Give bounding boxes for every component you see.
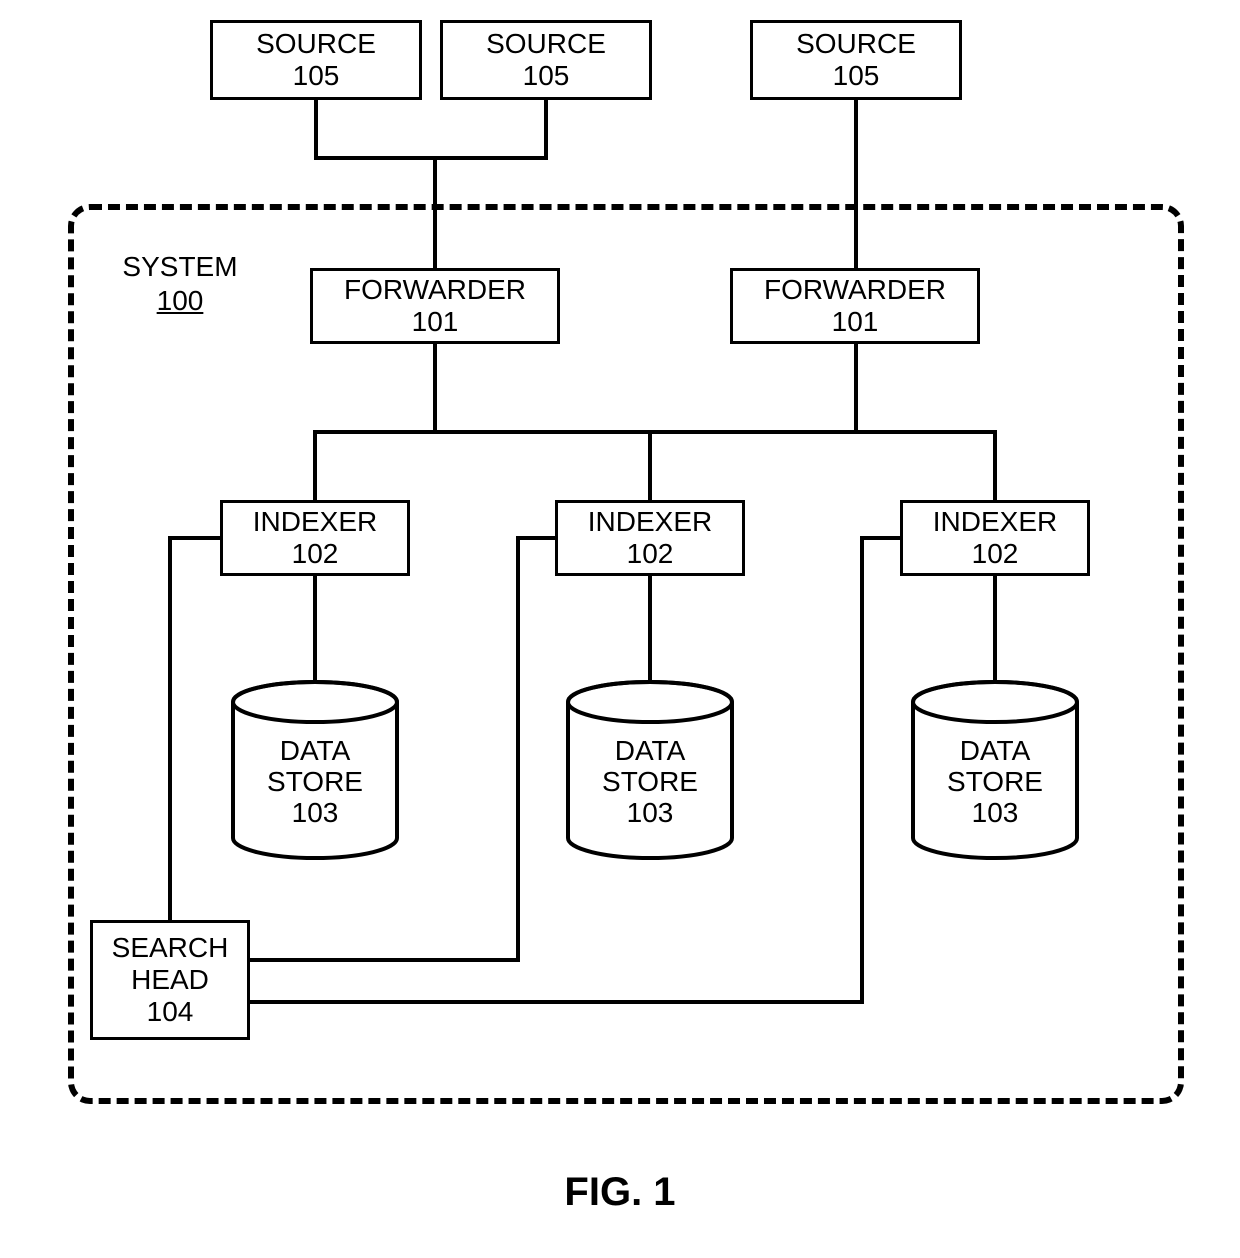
datastore-ref: 103: [627, 797, 674, 828]
connector: [854, 100, 858, 268]
datastore-cylinder: DATA STORE 103: [910, 680, 1080, 860]
connector: [433, 156, 437, 268]
connector: [860, 536, 864, 1004]
search-head-box: SEARCH HEAD 104: [90, 920, 250, 1040]
source-label: SOURCE: [486, 28, 606, 60]
connector: [314, 156, 436, 160]
connector: [854, 344, 858, 430]
connector: [516, 536, 520, 962]
system-label-text: SYSTEM: [122, 251, 237, 282]
indexer-label: INDEXER: [933, 506, 1057, 538]
source-box: SOURCE 105: [750, 20, 962, 100]
connector: [313, 430, 997, 434]
datastore-cylinder: DATA STORE 103: [230, 680, 400, 860]
indexer-box: INDEXER 102: [220, 500, 410, 576]
connector: [993, 430, 997, 500]
forwarder-ref: 101: [832, 306, 879, 338]
forwarder-box: FORWARDER 101: [310, 268, 560, 344]
indexer-label: INDEXER: [253, 506, 377, 538]
connector: [648, 576, 652, 682]
figure-canvas: SYSTEM 100 SOURCE 105 SOURCE 105 SOURCE …: [0, 0, 1240, 1258]
connector: [433, 156, 548, 160]
connector: [250, 958, 520, 962]
datastore-ref: 103: [972, 797, 1019, 828]
datastore-cylinder: DATA STORE 103: [565, 680, 735, 860]
connector: [313, 430, 317, 500]
indexer-ref: 102: [292, 538, 339, 570]
connector: [993, 576, 997, 682]
search-head-label2: HEAD: [131, 964, 209, 996]
connector: [648, 430, 652, 500]
search-head-ref: 104: [147, 996, 194, 1028]
forwarder-box: FORWARDER 101: [730, 268, 980, 344]
datastore-label2: STORE: [947, 766, 1043, 797]
forwarder-ref: 101: [412, 306, 459, 338]
source-label: SOURCE: [796, 28, 916, 60]
connector: [433, 344, 437, 430]
indexer-box: INDEXER 102: [555, 500, 745, 576]
connector: [860, 536, 903, 540]
source-box: SOURCE 105: [440, 20, 652, 100]
source-ref: 105: [523, 60, 570, 92]
connector: [516, 536, 558, 540]
indexer-ref: 102: [972, 538, 1019, 570]
datastore-label2: STORE: [602, 766, 698, 797]
search-head-label1: SEARCH: [112, 932, 229, 964]
forwarder-label: FORWARDER: [344, 274, 526, 306]
figure-caption: FIG. 1: [0, 1170, 1240, 1215]
connector: [168, 536, 172, 920]
connector: [168, 536, 223, 540]
source-ref: 105: [293, 60, 340, 92]
datastore-label1: DATA: [280, 735, 351, 766]
system-label: SYSTEM 100: [110, 250, 250, 317]
indexer-label: INDEXER: [588, 506, 712, 538]
indexer-box: INDEXER 102: [900, 500, 1090, 576]
source-label: SOURCE: [256, 28, 376, 60]
connector: [313, 576, 317, 682]
forwarder-label: FORWARDER: [764, 274, 946, 306]
datastore-label1: DATA: [960, 735, 1031, 766]
connector: [314, 100, 318, 160]
connector: [544, 100, 548, 160]
datastore-ref: 103: [292, 797, 339, 828]
connector: [250, 1000, 864, 1004]
system-label-ref: 100: [157, 285, 204, 316]
datastore-label2: STORE: [267, 766, 363, 797]
source-box: SOURCE 105: [210, 20, 422, 100]
datastore-label1: DATA: [615, 735, 686, 766]
source-ref: 105: [833, 60, 880, 92]
indexer-ref: 102: [627, 538, 674, 570]
